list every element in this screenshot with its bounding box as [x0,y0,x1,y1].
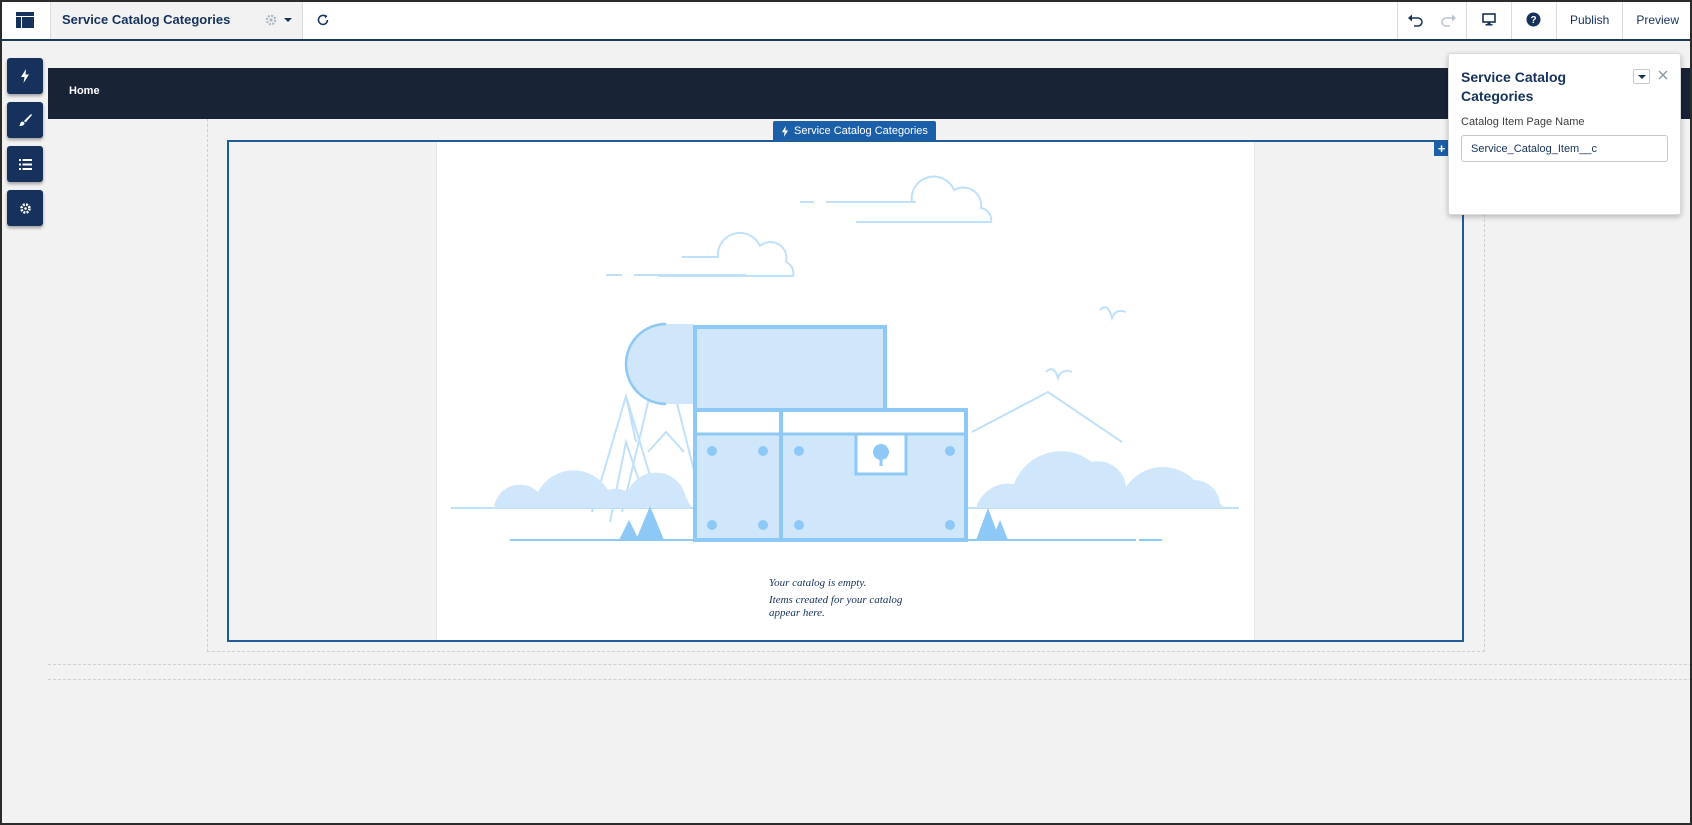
lightning-icon [781,125,789,137]
canvas-guide [48,679,1692,680]
catalog-item-page-name-label: Catalog Item Page Name [1461,116,1585,128]
app-menu-button[interactable] [0,0,51,39]
gear-icon [265,14,277,25]
publish-button[interactable]: Publish [1555,0,1622,39]
lightning-icon [21,69,29,83]
device-preview-button[interactable] [1467,0,1511,39]
site-navigation: Home [48,68,1692,119]
empty-state-message-line1: Items created for your catalog [769,594,903,606]
chevron-down-icon [284,17,292,22]
help-icon: ? [1526,12,1541,27]
builder-header: Service Catalog Categories ? Publish Pre… [0,0,1692,41]
desktop-icon [1482,13,1496,26]
page-structure-rail-button[interactable] [7,146,43,182]
chevron-down-icon [1637,74,1646,79]
property-panel-close-button[interactable] [1656,68,1672,84]
property-panel-title: Service Catalog Categories [1461,69,1567,104]
help-button[interactable]: ? [1512,0,1556,39]
page-settings-menu[interactable] [264,13,292,27]
brush-icon [19,114,32,126]
empty-catalog-illustration [451,175,1239,542]
svg-text:?: ? [1531,15,1537,26]
help-controls: ? [1510,0,1556,39]
components-rail-button[interactable] [7,58,43,94]
selected-component-tag[interactable]: Service Catalog Categories [773,121,936,141]
close-icon [1658,70,1668,80]
settings-icon [19,202,31,214]
canvas-guide [48,664,1692,665]
empty-state-message-line2: appear here. [769,607,825,619]
catalog-item-page-name-input[interactable] [1461,135,1668,162]
refresh-button[interactable] [303,0,343,39]
undo-icon [1407,14,1423,27]
page-title: Service Catalog Categories [62,12,231,27]
layout-icon [16,11,34,28]
preview-button[interactable]: Preview [1622,0,1692,39]
property-panel-menu-button[interactable] [1633,69,1650,84]
refresh-icon [317,14,329,25]
component-tag-label: Service Catalog Categories [794,125,928,137]
list-icon [18,158,32,170]
device-controls [1465,0,1511,39]
empty-state-heading: Your catalog is empty. [769,577,867,589]
add-component-button[interactable]: + [1434,141,1449,156]
redo-button[interactable] [1432,0,1466,39]
property-editor-panel: Service Catalog Categories Catalog Item … [1448,53,1681,215]
theme-rail-button[interactable] [7,102,43,138]
page-selector[interactable]: Service Catalog Categories [51,0,303,39]
redo-icon [1441,14,1456,27]
history-controls [1396,0,1466,39]
nav-item-home[interactable]: Home [69,85,100,97]
settings-rail-button[interactable] [7,190,43,226]
undo-button[interactable] [1398,0,1432,39]
